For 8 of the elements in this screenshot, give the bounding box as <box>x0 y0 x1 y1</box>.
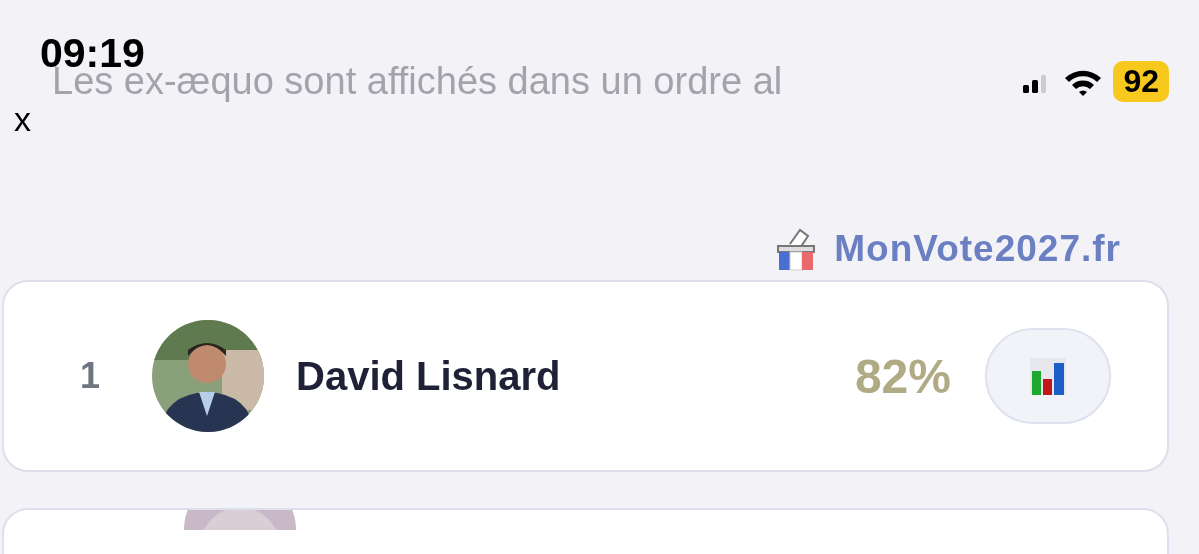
battery-level: 92 <box>1113 61 1169 102</box>
candidate-name: David Lisnard <box>296 353 561 399</box>
close-button[interactable]: x <box>14 100 31 139</box>
candidate-card[interactable]: 1 David Lisnard 82% <box>2 280 1169 472</box>
ballot-box-icon <box>776 226 817 272</box>
rank-number: 1 <box>80 355 102 397</box>
vote-percent: 82% <box>854 348 951 404</box>
bar-chart-icon <box>1029 357 1067 395</box>
